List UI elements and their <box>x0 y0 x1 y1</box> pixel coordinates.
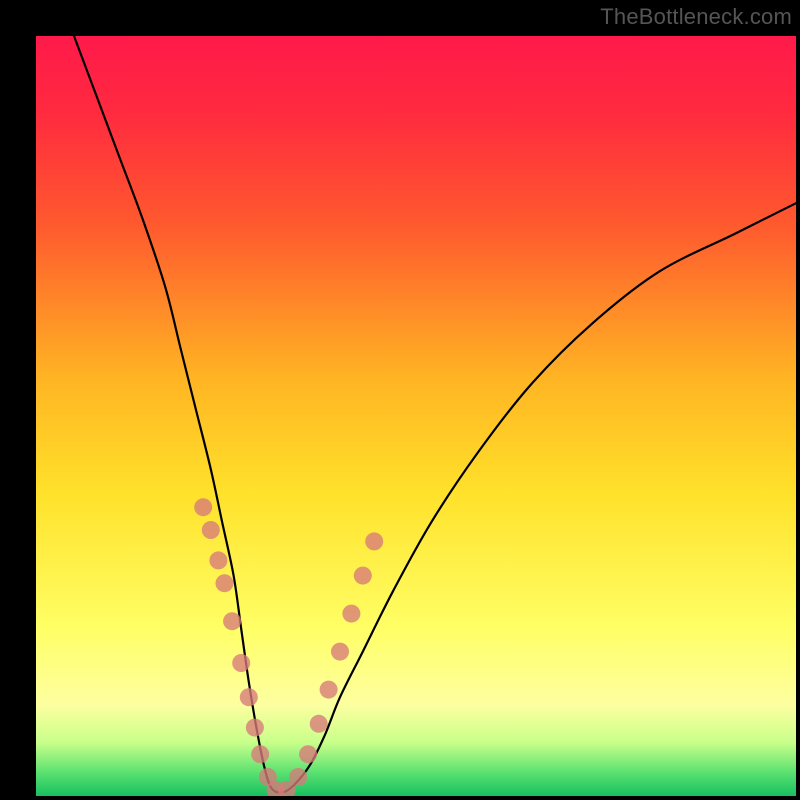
chart-svg <box>36 36 796 796</box>
plot-area <box>36 36 796 796</box>
marker-point <box>310 715 328 733</box>
marker-point <box>215 574 233 592</box>
chart-frame: TheBottleneck.com <box>0 0 800 800</box>
gradient-background <box>36 36 796 796</box>
marker-point <box>342 605 360 623</box>
marker-point <box>240 688 258 706</box>
marker-point <box>365 532 383 550</box>
marker-point <box>331 643 349 661</box>
marker-point <box>289 768 307 786</box>
marker-point <box>223 612 241 630</box>
marker-point <box>246 719 264 737</box>
watermark-text: TheBottleneck.com <box>600 4 792 30</box>
marker-point <box>209 551 227 569</box>
marker-point <box>299 745 317 763</box>
marker-point <box>354 567 372 585</box>
marker-point <box>194 498 212 516</box>
marker-point <box>320 681 338 699</box>
marker-point <box>251 745 269 763</box>
marker-point <box>232 654 250 672</box>
marker-point <box>202 521 220 539</box>
